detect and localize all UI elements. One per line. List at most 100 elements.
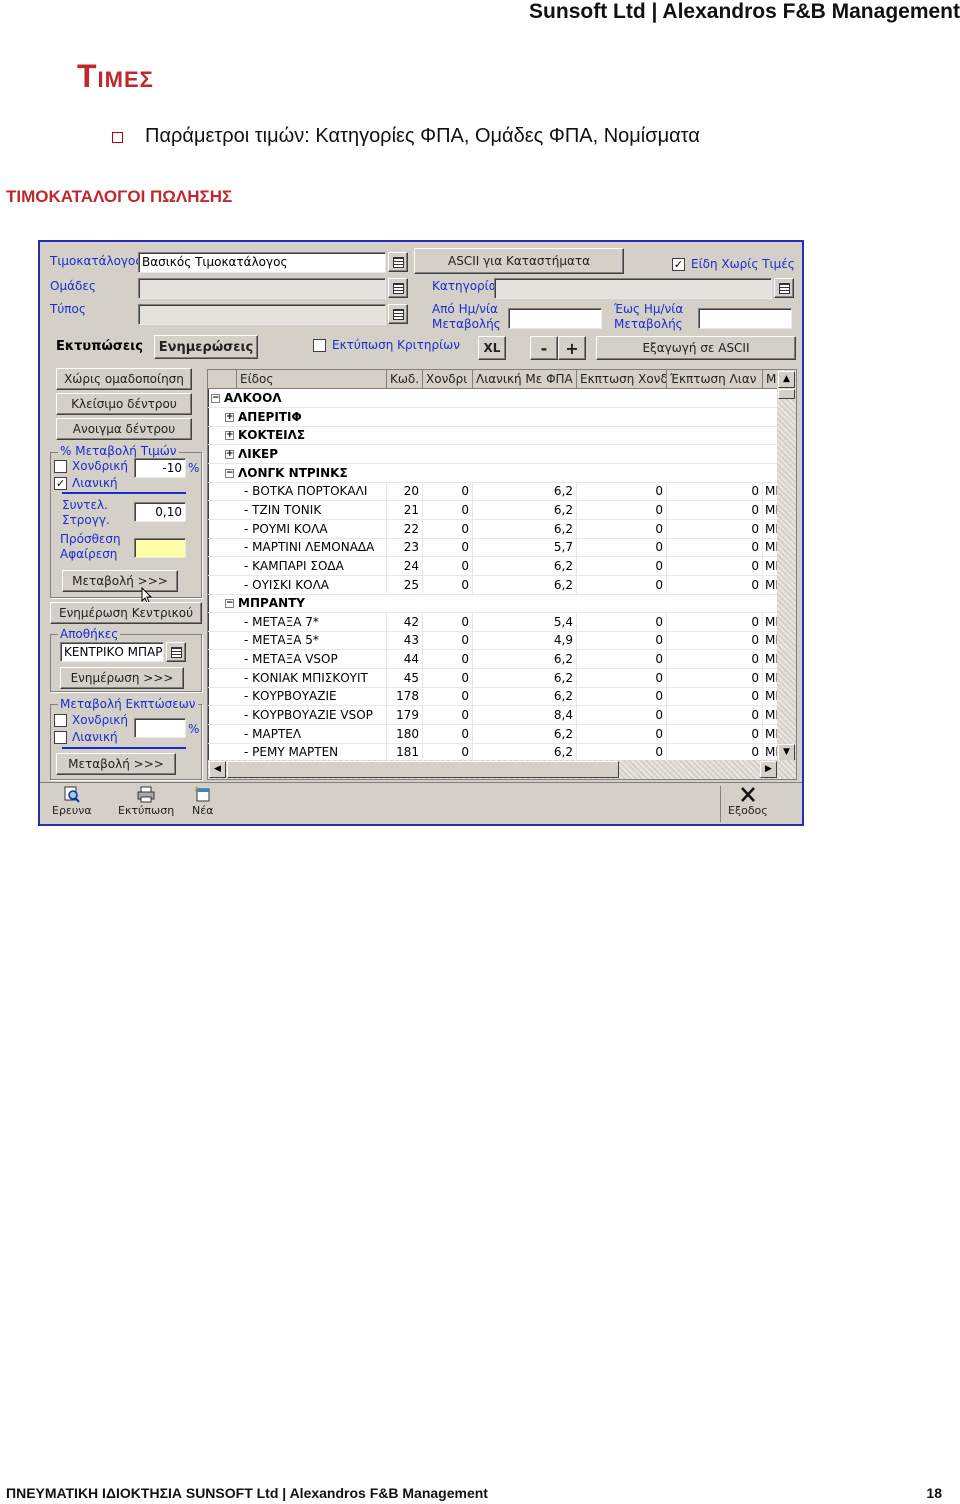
table-cell: 179 — [387, 706, 423, 726]
table-cell: 0 — [423, 612, 473, 632]
search-tool-label: Ερευνα — [52, 804, 92, 817]
tree-group-row[interactable]: − ΛΟΝΓΚ ΝΤΡΙΝΚΣ — [208, 464, 778, 483]
expand-button[interactable]: + — [558, 336, 586, 360]
price-grid: Είδος Κωδ. Χονδρι Λιανική Με ΦΠΑ Εκπτωση Χον… — [207, 369, 797, 780]
grid-header-spacer — [208, 370, 237, 389]
ascii-stores-button[interactable]: ASCII για Καταστήματα — [414, 248, 624, 274]
from-date-field[interactable] — [508, 308, 602, 329]
scroll-up-icon[interactable]: ▲ — [778, 371, 795, 388]
collapse-node-icon[interactable]: − — [225, 468, 234, 478]
no-grouping-button[interactable]: Χώρις ομαδοποίηση — [56, 368, 192, 390]
table-row[interactable]: - ΜΕΤΑΞΑ VSOP4406,200ΜΕ — [208, 650, 778, 670]
search-tool-button[interactable]: Ερευνα — [52, 786, 92, 820]
pricelist-window: Τιμοκατάλογος Βασικός Τιμοκατάλογος Ομάδ… — [38, 240, 804, 826]
table-row[interactable]: - ΚΟΥΡΒΟΥΑΖΙΕ17806,200ΜΕ — [208, 687, 778, 707]
price-change-button[interactable]: Μεταβολή >>> — [62, 570, 178, 592]
collapse-node-icon[interactable]: − — [225, 599, 234, 609]
type-picker-button[interactable] — [388, 304, 408, 324]
table-cell: 0 — [577, 668, 667, 688]
column-header[interactable]: Εκπτωση Χονδ — [577, 370, 667, 389]
tab-updates[interactable]: Ενημερώσεις — [154, 335, 258, 359]
rounding-label: Συντελ. Στρογγ. — [62, 498, 110, 527]
table-row[interactable]: - ΚΟΥΡΒΟΥΑΖΙΕ VSOP17908,400ΜΕ — [208, 706, 778, 726]
tree-group-row[interactable]: + ΛΙΚΕΡ — [208, 445, 778, 464]
table-cell: 43 — [387, 631, 423, 651]
discount-percent-field[interactable] — [134, 718, 186, 738]
scroll-down-icon[interactable]: ▼ — [778, 744, 795, 761]
rounding-field[interactable]: 0,10 — [134, 502, 186, 522]
store-field[interactable]: ΚΕΝΤΡΙΚΟ ΜΠΑΡ — [60, 642, 164, 662]
discount-retail-checkbox[interactable] — [54, 731, 67, 744]
table-row[interactable]: - ΜΕΤΑΞΑ 5*4304,900ΜΕ — [208, 631, 778, 651]
group-name: ΜΠΡΑΝΤΥ — [238, 596, 305, 611]
table-cell: 6,2 — [473, 556, 577, 576]
column-header[interactable]: Κωδ. — [387, 370, 423, 389]
close-tree-button[interactable]: Κλείσιμο δέντρου — [56, 393, 192, 415]
expand-node-icon[interactable]: + — [225, 431, 234, 441]
table-row[interactable]: - ΤΖΙΝ ΤΟΝΙΚ2106,200ΜΕ — [208, 500, 778, 520]
no-price-items-label: Είδη Χωρίς Τιμές — [691, 257, 795, 271]
groups-picker-button[interactable] — [388, 278, 408, 298]
type-field[interactable] — [138, 304, 386, 325]
table-cell: 6,2 — [473, 687, 577, 707]
add-remove-field[interactable] — [134, 538, 186, 558]
table-cell: 6,2 — [473, 724, 577, 744]
store-picker-button[interactable] — [166, 642, 186, 662]
category-picker-button[interactable] — [774, 278, 794, 298]
print-criteria-checkbox[interactable] — [313, 339, 326, 352]
h-scroll-thumb[interactable] — [227, 761, 619, 778]
expand-node-icon[interactable]: + — [225, 449, 234, 459]
expand-node-icon[interactable]: + — [225, 412, 234, 422]
vertical-scrollbar[interactable]: ▲ ▼ — [777, 370, 796, 762]
no-price-items-checkbox[interactable]: ✓ — [672, 258, 685, 271]
to-date-field[interactable] — [698, 308, 792, 329]
groups-field[interactable] — [138, 278, 386, 299]
scroll-right-icon[interactable]: ▶ — [760, 761, 777, 778]
retail-checkbox[interactable]: ✓ — [54, 477, 67, 490]
export-ascii-button[interactable]: Εξαγωγή σε ASCII — [596, 336, 796, 360]
scroll-left-icon[interactable]: ◀ — [209, 761, 226, 778]
category-field[interactable] — [494, 278, 772, 299]
column-header[interactable]: Μο — [763, 370, 778, 389]
collapse-node-icon[interactable]: − — [211, 394, 220, 403]
pricelist-field[interactable]: Βασικός Τιμοκατάλογος — [138, 252, 386, 273]
table-row[interactable]: - ΡΟΥΜΙ ΚΟΛΑ2206,200ΜΕ — [208, 519, 778, 539]
collapse-button[interactable]: - — [530, 336, 558, 360]
table-cell: ΜΕ — [763, 650, 778, 670]
table-cell: 24 — [387, 556, 423, 576]
update-central-button[interactable]: Ενημέρωση Κεντρικού — [50, 602, 202, 624]
scroll-thumb[interactable] — [778, 389, 795, 399]
pricelist-picker-button[interactable] — [388, 252, 408, 272]
column-header[interactable]: Χονδρι — [423, 370, 473, 389]
print-tool-button[interactable]: Εκτύπωση — [118, 786, 174, 820]
table-cell: 0 — [667, 519, 763, 539]
table-row[interactable]: - ΜΕΤΑΞΑ 7*4205,400ΜΕ — [208, 612, 778, 632]
discount-wholesale-checkbox[interactable] — [54, 714, 67, 727]
table-row[interactable]: - ΒΟΤΚΑ ΠΟΡΤΟΚΑΛΙ2006,200ΜΕ — [208, 482, 778, 502]
tree-group-row[interactable]: − ΑΛΚΟΟΛ — [208, 389, 778, 408]
price-percent-field[interactable]: -10 — [134, 458, 186, 478]
table-cell: - ΜΕΤΑΞΑ 7* — [208, 612, 387, 632]
to-date-label: Έως Ημ/νία Μεταβολής — [614, 302, 684, 331]
column-header[interactable]: Είδος — [237, 370, 387, 389]
store-update-button[interactable]: Ενημέρωση >>> — [60, 667, 184, 689]
horizontal-scrollbar[interactable]: ◀ ▶ — [208, 760, 796, 779]
discount-change-button[interactable]: Μεταβολή >>> — [56, 753, 176, 775]
table-row[interactable]: - ΜΑΡΤΙΝΙ ΛΕΜΟΝΑΔΑ2305,700ΜΕ — [208, 538, 778, 558]
tree-group-row[interactable]: + ΑΠΕΡΙΤΙΦ — [208, 408, 778, 427]
table-row[interactable]: - ΟΥΙΣΚΙ ΚΟΛΑ2506,200ΜΕ — [208, 575, 778, 595]
table-row[interactable]: - ΚΑΜΠΑΡΙ ΣΟΔΑ2406,200ΜΕ — [208, 556, 778, 576]
column-header[interactable]: Έκπτωση Λιαν — [667, 370, 763, 389]
pricelist-label: Τιμοκατάλογος — [50, 254, 143, 268]
xl-export-button[interactable]: XL — [478, 336, 506, 360]
tree-group-row[interactable]: − ΜΠΡΑΝΤΥ — [208, 594, 778, 614]
open-tree-button[interactable]: Ανοιγμα δέντρου — [56, 418, 192, 440]
tree-group-row[interactable]: + ΚΟΚΤΕΙΛΣ — [208, 426, 778, 446]
wholesale-checkbox[interactable] — [54, 460, 67, 473]
tab-prints[interactable]: Εκτυπώσεις — [56, 339, 143, 354]
table-row[interactable]: - ΜΑΡΤΕΛ18006,200ΜΕ — [208, 724, 778, 744]
exit-tool-button[interactable]: Εξοδος — [728, 786, 768, 820]
table-row[interactable]: - ΚΟΝΙΑΚ ΜΠΙΣΚΟΥΙΤ4506,200ΜΕ — [208, 668, 778, 688]
column-header[interactable]: Λιανική Με ΦΠΑ — [473, 370, 577, 389]
new-tool-button[interactable]: Νέα — [192, 786, 213, 820]
